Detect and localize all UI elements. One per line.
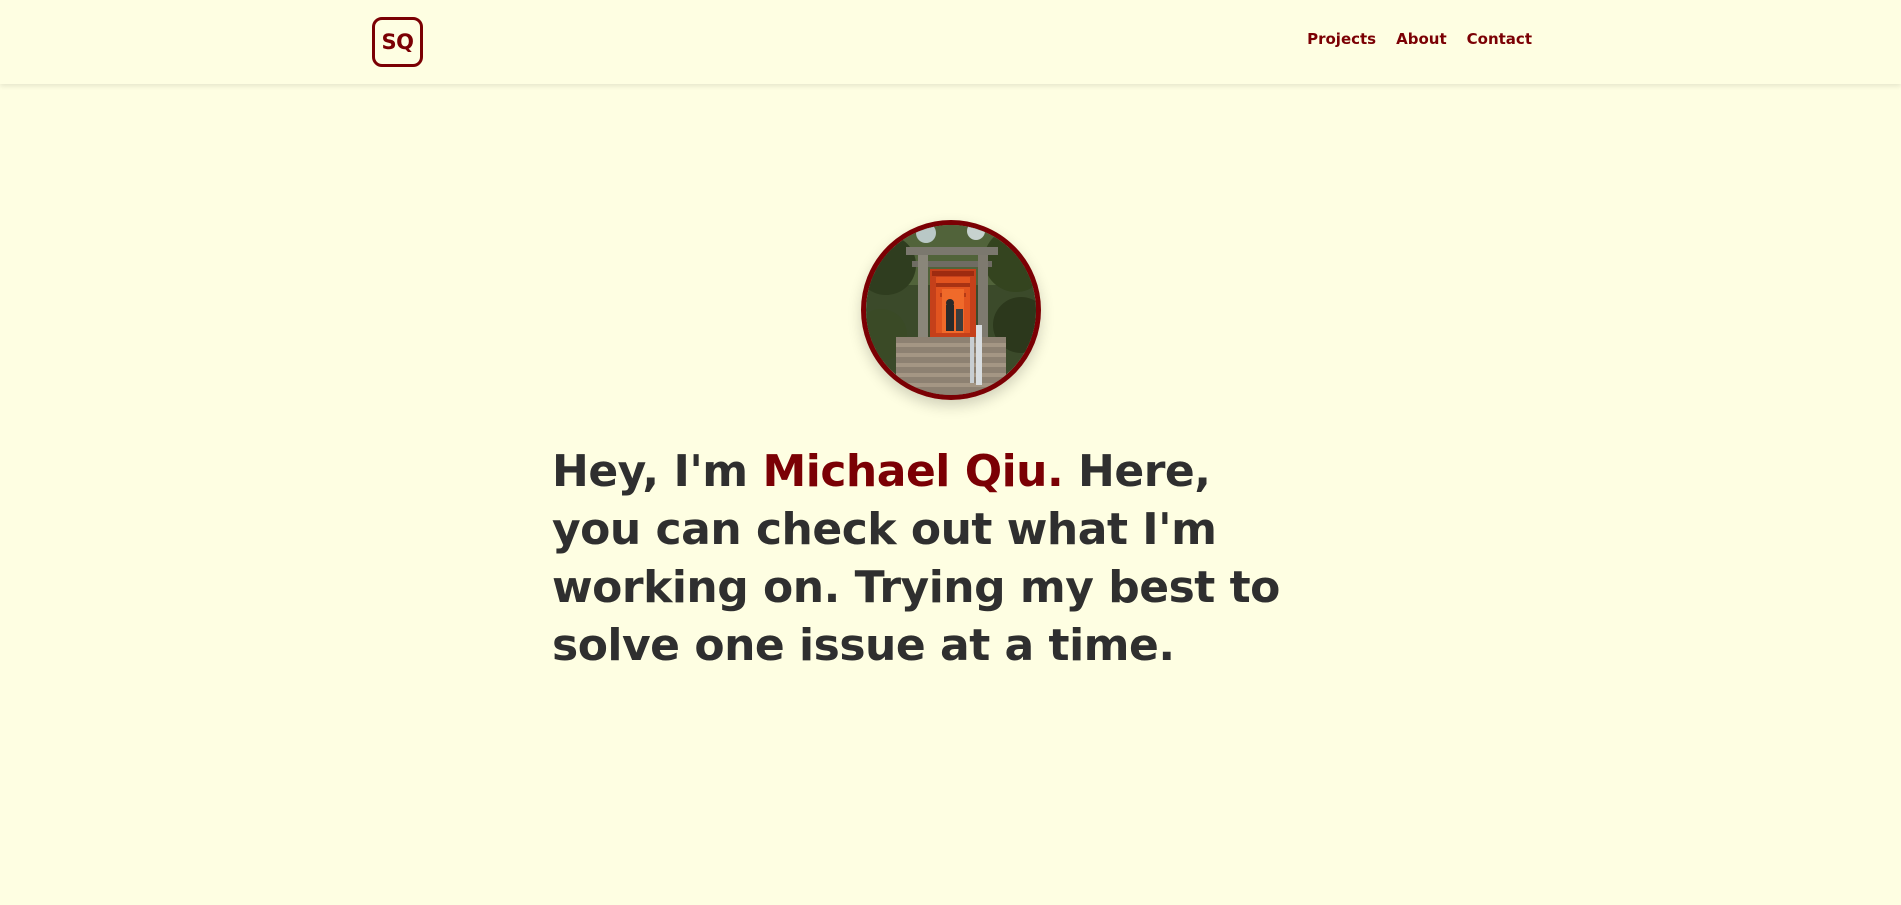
- top-navbar: SQ Projects About Contact: [0, 0, 1901, 84]
- avatar-photo: [866, 225, 1036, 395]
- nav-link-contact[interactable]: Contact: [1467, 30, 1532, 48]
- hero-intro: Hey, I'm: [552, 446, 748, 497]
- hero-name: Michael Qiu.: [762, 446, 1064, 497]
- nav-link-projects[interactable]: Projects: [1307, 30, 1376, 48]
- logo-button[interactable]: SQ: [372, 17, 423, 67]
- nav-links: Projects About Contact: [1307, 30, 1532, 48]
- hero-headline: Hey, I'm Michael Qiu. Here, you can chec…: [552, 443, 1312, 675]
- avatar: [861, 220, 1041, 400]
- nav-link-about[interactable]: About: [1396, 30, 1447, 48]
